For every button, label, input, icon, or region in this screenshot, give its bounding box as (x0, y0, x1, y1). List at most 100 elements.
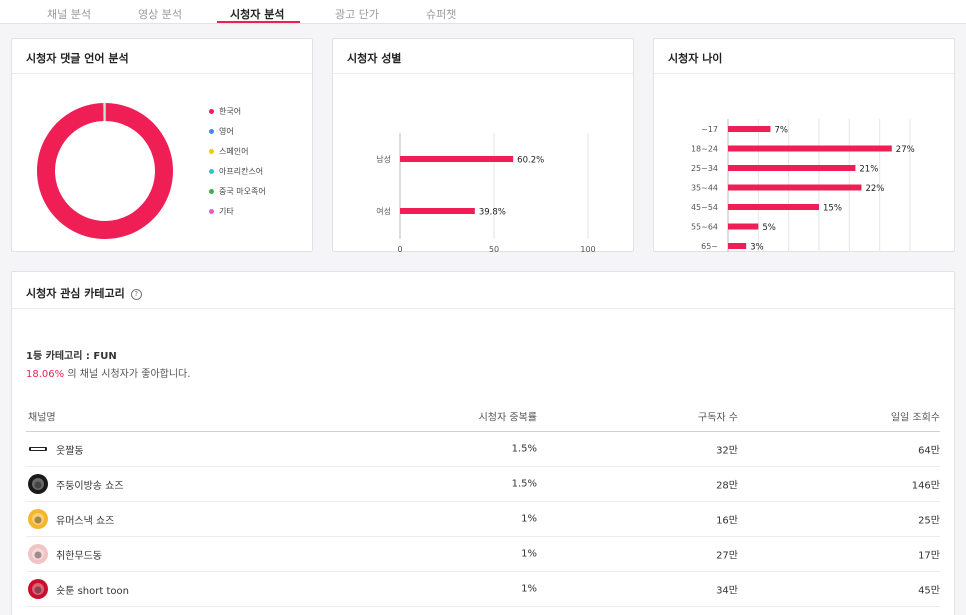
data-label: 3% (750, 243, 764, 253)
subscriber-count: 16만 (716, 515, 738, 527)
interest-card-header: 시청자 관심 카테고리? (12, 272, 954, 309)
header-subscribers[interactable]: 구독자 수 (698, 408, 738, 423)
table-body: 웃짤동 1.5% 32만 64만주둥이방송 쇼즈 1.5% 28만 146만유머스낵 쇼즈 1… (26, 432, 940, 607)
table-row[interactable]: 유머스낵 쇼즈 1% 16만 25만 (26, 502, 940, 537)
subscriber-count: 32만 (716, 445, 738, 457)
legend-label: 중국 마오족어 (219, 186, 266, 196)
daily-views: 17만 (918, 550, 940, 562)
legend-item[interactable]: 영어 (209, 121, 266, 141)
header-daily-views[interactable]: 일일 조회수 (891, 408, 940, 423)
channel-cell[interactable]: 주둥이방송 쇼즈 (28, 474, 124, 494)
data-label: 15% (823, 204, 842, 214)
legend-item[interactable]: 한국어 (209, 101, 266, 121)
legend-dot-icon (209, 108, 214, 114)
bar (728, 204, 819, 210)
bar (400, 156, 514, 162)
channel-name[interactable]: 주둥이방송 쇼즈 (56, 477, 124, 492)
tab-ad-price[interactable]: 광고 단가 (335, 6, 379, 22)
bar (728, 184, 862, 191)
legend-label: 스페인어 (219, 146, 249, 156)
data-label: 39.8% (479, 208, 506, 218)
table-row[interactable]: 숏툰 short toon 1% 34만 45만 (26, 572, 940, 607)
channel-name[interactable]: 취한무드동 (56, 547, 102, 562)
category-label: 35~44 (691, 184, 718, 193)
legend-dot-icon (209, 188, 214, 194)
table-row[interactable]: 웃짤동 1.5% 32만 64만 (26, 432, 940, 467)
data-label: 22% (865, 184, 884, 194)
daily-views: 146만 (911, 480, 940, 492)
category-label: 55~64 (691, 223, 718, 232)
category-label: 65~ (701, 242, 718, 251)
table-row[interactable]: 취한무드동 1% 27만 17만 (26, 537, 940, 572)
tab-video-analysis[interactable]: 영상 분석 (138, 6, 182, 22)
tab-superchat[interactable]: 슈퍼챗 (426, 6, 456, 22)
channel-name[interactable]: 숏툰 short toon (56, 582, 129, 597)
data-label: 27% (896, 145, 915, 155)
legend-label: 기타 (219, 206, 234, 216)
legend-item[interactable]: 중국 마오족어 (209, 181, 266, 201)
age-card: 시청자 나이 051015202530~177%18~2427%25~3421%… (653, 38, 955, 252)
subscriber-count: 28만 (716, 480, 738, 492)
category-label: 45~54 (691, 203, 718, 212)
interest-card-title: 시청자 관심 카테고리 (26, 287, 125, 300)
overlap-value: 1% (521, 513, 537, 525)
header-channel-name[interactable]: 채널명 (28, 408, 56, 423)
category-label: 25~34 (691, 164, 718, 173)
overlap-value: 1% (521, 583, 537, 595)
category-label: ~17 (701, 125, 718, 134)
channel-avatar-icon (28, 509, 48, 529)
oxxc-logo-icon (28, 439, 48, 459)
x-tick-label: 0 (397, 245, 402, 252)
bar (728, 165, 856, 171)
channel-cell[interactable]: 웃짤동 (28, 439, 84, 459)
category-label: 남성 (376, 155, 391, 164)
tab-channel-analysis[interactable]: 채널 분석 (47, 6, 91, 22)
data-label: 60.2% (517, 156, 544, 166)
header-overlap[interactable]: 시청자 중복률 (479, 408, 537, 423)
channel-cell[interactable]: 취한무드동 (28, 544, 102, 564)
channel-cell[interactable]: 숏툰 short toon (28, 579, 129, 599)
gender-bar-chart: 0 50 100 남성 60.2% 여성 39.8% (376, 133, 596, 252)
bar (728, 243, 747, 249)
data-label: 7% (774, 126, 788, 136)
legend-dot-icon (209, 208, 214, 214)
subscriber-count: 27만 (716, 550, 738, 562)
active-tab-indicator (217, 21, 300, 23)
gender-card: 시청자 성별 0 50 100 남성 60.2% 여성 39.8% (332, 38, 634, 252)
channel-avatar-icon (28, 474, 48, 494)
legend-label: 한국어 (219, 106, 242, 116)
legend-dot-icon (209, 148, 214, 154)
daily-views: 25만 (918, 515, 940, 527)
top-category-label: 1등 카테고리 : FUN (26, 351, 117, 362)
data-label: 5% (762, 223, 776, 233)
bar (728, 223, 759, 230)
tab-viewer-analysis[interactable]: 시청자 분석 (230, 6, 284, 22)
channel-name[interactable]: 웃짤동 (56, 442, 84, 457)
bar (400, 208, 475, 214)
legend-item[interactable]: 스페인어 (209, 141, 266, 161)
channel-name[interactable]: 유머스낵 쇼즈 (56, 512, 114, 527)
channel-cell[interactable]: 유머스낵 쇼즈 (28, 509, 114, 529)
x-tick-label: 100 (580, 245, 595, 252)
channel-avatar-icon (28, 544, 48, 564)
channel-avatar-icon (28, 579, 48, 599)
legend-label: 영어 (219, 126, 234, 136)
gender-card-title: 시청자 성별 (333, 39, 633, 74)
category-label: 여성 (376, 206, 391, 216)
table-header: 채널명 시청자 중복률 구독자 수 일일 조회수 (26, 400, 940, 432)
subscriber-count: 34만 (716, 585, 738, 597)
legend-item[interactable]: 아프리칸스어 (209, 161, 266, 181)
daily-views: 64만 (918, 445, 940, 457)
question-circle-icon[interactable]: ? (130, 289, 142, 300)
legend-label: 아프리칸스어 (219, 166, 264, 176)
daily-views: 45만 (918, 585, 940, 597)
overlap-value: 1% (521, 548, 537, 560)
bar (728, 145, 892, 152)
top-category-percent: 18.06% (26, 369, 65, 380)
table-row[interactable]: 주둥이방송 쇼즈 1.5% 28만 146만 (26, 467, 940, 502)
top-category-desc-text: 의 채널 시청자가 좋아합니다. (64, 369, 191, 380)
donut-slice (37, 103, 173, 239)
legend-item[interactable]: 기타 (209, 201, 266, 221)
x-tick-label: 50 (489, 245, 499, 252)
overlap-value: 1.5% (511, 443, 537, 455)
